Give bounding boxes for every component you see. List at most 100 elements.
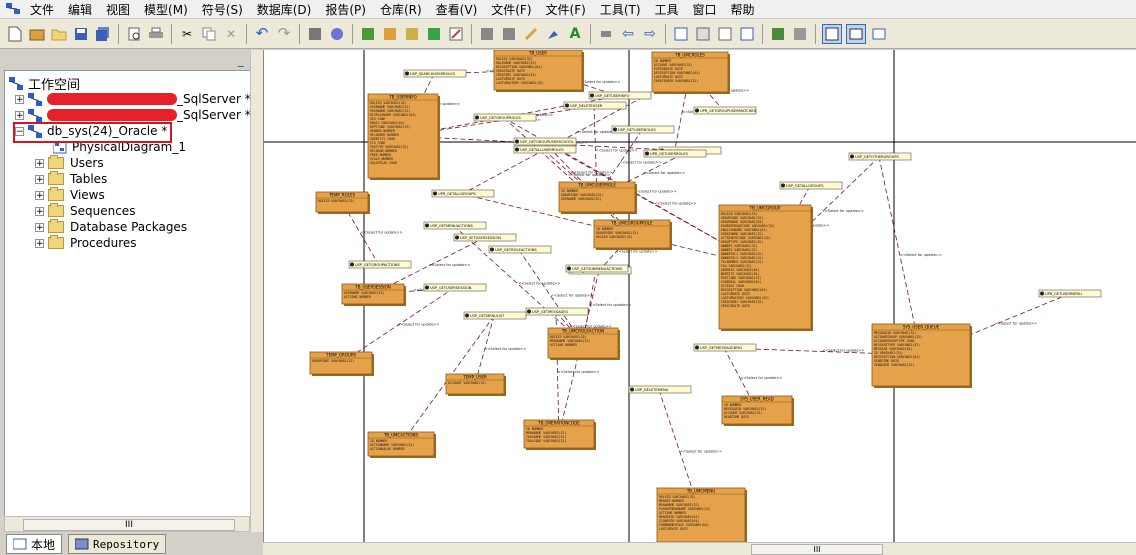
procedure-name[interactable]: USP_SEARCHUSERROLES (410, 72, 456, 76)
procedure-name[interactable]: USP_GETGROUPROLES (480, 116, 522, 120)
procedure-4[interactable]: USP_GETUSERROLES (611, 125, 675, 134)
link-label[interactable]: <<Select for update>> (590, 303, 632, 307)
menu-edit[interactable]: 编辑 (68, 1, 92, 18)
diagram-svg[interactable]: <<Select for update>> <<Select for update… (264, 50, 1136, 544)
procedure-icon[interactable] (515, 139, 519, 144)
link-label[interactable]: <<Select for update>> (616, 250, 658, 254)
table-t2[interactable]: TB_UMCROLESID NUMBERACCOUNT VARCHAR2(32)… (651, 51, 730, 94)
open-model-icon[interactable] (28, 25, 46, 43)
layout-d-icon[interactable] (738, 25, 756, 43)
delete-icon[interactable]: ✕ (222, 25, 240, 43)
table-title[interactable]: TEMP_ROLES (328, 193, 356, 198)
procedure-name[interactable]: USP_GETALLGROUPS (786, 184, 824, 188)
procedure-name[interactable]: USP_GETSUBMENUACTIONS (572, 267, 623, 271)
procedure-2[interactable]: USP_DELETEUSER (563, 101, 627, 110)
table-title[interactable]: TB_UMCGROUPROLE (610, 221, 653, 226)
refresh-icon[interactable] (425, 25, 443, 43)
procedure-13[interactable]: USP_GETMENUACTIONS (423, 221, 487, 230)
table-t1[interactable]: TB_USERROLEID VARCHAR2(32)ROLENAME VARCH… (493, 50, 584, 92)
table-t5[interactable]: TB_UMCUSERROLEID NUMBERGROUPCODE VARCHAR… (558, 181, 637, 214)
procedure-icon[interactable] (490, 247, 494, 252)
table-column[interactable]: CREATEDATE DATE (721, 304, 750, 308)
procedure-19[interactable]: USP_GETUSERSESSION (423, 283, 487, 292)
procedure-10[interactable]: USP_GETOTHERGROUPS (848, 152, 912, 161)
procedure-name[interactable]: USP_DELETEMENU (635, 388, 669, 392)
link-label[interactable]: <<Select for update>> (823, 349, 865, 353)
table-title[interactable]: TB_UMCGROUP (749, 206, 781, 211)
procedure-14[interactable]: USP_SETUSERSESSION (453, 233, 517, 242)
procedure-icon[interactable] (465, 313, 469, 318)
properties-icon[interactable] (306, 25, 324, 43)
table-t11[interactable]: TEMP_USERACCOUNT VARCHAR2(32) (445, 373, 506, 396)
tree-item-sqlserver-1[interactable]: + _SqlServer * (15, 91, 251, 107)
gray-b-icon[interactable] (500, 25, 518, 43)
tree-horizontal-scrollbar[interactable]: III (4, 516, 250, 532)
table-column[interactable]: VALIDFLAG CHAR (370, 161, 397, 165)
link-label[interactable]: <<Select for update>> (655, 202, 697, 206)
procedure-name[interactable]: UPR_GETUSERMENU (1045, 292, 1082, 296)
table-title[interactable]: TB_UMCMENU (686, 489, 715, 494)
procedure-icon[interactable] (455, 235, 459, 240)
table-title[interactable]: TB_USERINFO (388, 95, 417, 100)
save-icon[interactable] (72, 25, 90, 43)
procedure-icon[interactable] (850, 154, 854, 159)
procedure-name[interactable]: USP_GETMENUACTIONS (430, 224, 473, 228)
procedure-9[interactable]: UPR_GETUSERROLES (643, 149, 707, 158)
procedure-icon[interactable] (695, 108, 699, 113)
tree-item-sqlserver-2[interactable]: + _SqlServer * (15, 107, 251, 123)
procedure-icon[interactable] (527, 309, 531, 314)
procedure-name[interactable]: USP_GETUSERSESSION (430, 286, 472, 290)
link-label[interactable]: <<Select for update>> (995, 322, 1037, 326)
procedure-icon[interactable] (475, 115, 479, 120)
procedure-name[interactable]: USP_SETUSERSESSION (460, 236, 501, 240)
paint-icon[interactable] (544, 25, 562, 43)
link-label[interactable]: <<Select for update>> (579, 80, 621, 84)
procedure-icon[interactable] (425, 285, 429, 290)
procedure-name[interactable]: USP_GETMESSAGEBYID (700, 346, 742, 350)
procedure-15[interactable]: USP_GETROLEACTIONS (488, 245, 552, 254)
table-t9[interactable]: TB_UMCROLEACTIONROLEID VARCHAR2(32)MENUN… (547, 327, 620, 360)
edit-icon[interactable] (447, 25, 465, 43)
print-icon[interactable] (147, 25, 165, 43)
procedure-icon[interactable] (695, 345, 699, 350)
procedure-21[interactable]: USP_GETMESSAGEBYID (693, 343, 757, 352)
table-t12[interactable]: SYS_USER_QUEUEMESSAGEID VARCHAR2(32)ACCO… (871, 323, 972, 388)
link-label[interactable]: <<Select for update>> (398, 323, 440, 327)
link-label[interactable]: <<Select for update>> (361, 231, 403, 235)
procedure-name[interactable]: USP_GETMESSAGES (532, 310, 569, 314)
cut-icon[interactable]: ✂ (178, 25, 196, 43)
procedure-icon[interactable] (515, 147, 519, 152)
link-label[interactable]: <<Select for update>> (571, 171, 613, 175)
procedure-icon[interactable] (567, 266, 571, 271)
text-a-icon[interactable]: A (566, 25, 584, 43)
copy-icon[interactable] (200, 25, 218, 43)
procedure-0[interactable]: USP_SEARCHUSERROLES (403, 69, 467, 78)
undo-icon[interactable]: ↶ (253, 25, 271, 43)
link-label[interactable]: <<Select for update>> (519, 282, 561, 286)
table-t3[interactable]: TB_USERINFOROLEID VARCHAR2(32)USERNAME V… (367, 93, 440, 180)
table-title[interactable]: TB_UMCUSERROLE (577, 183, 616, 188)
procedure-icon[interactable] (645, 151, 649, 156)
table-t10[interactable]: TEMP_GROUPSGROUPCODE VARCHAR2(32) (309, 351, 374, 376)
procedure-icon[interactable] (613, 127, 617, 132)
tree-root[interactable]: 工作空间 (9, 75, 80, 93)
tree-item-sequences[interactable]: + Sequences (35, 203, 135, 219)
table-title[interactable]: SYS_USER_QUEUE (903, 325, 940, 330)
layout-a-icon[interactable] (672, 25, 690, 43)
table-title[interactable]: TB_USER (528, 51, 547, 56)
expand-icon[interactable]: + (35, 158, 44, 168)
tree-item-views[interactable]: + Views (35, 187, 105, 203)
table-title[interactable]: TEMP_USER (462, 375, 487, 380)
procedure-name[interactable]: USP_GETALLUSERROLES (520, 148, 564, 152)
link-label[interactable]: <<Select for update>> (558, 370, 600, 374)
expand-icon[interactable]: + (35, 206, 44, 216)
procedure-icon[interactable] (565, 103, 569, 108)
gray-d-icon[interactable] (791, 25, 809, 43)
menu-repository[interactable]: 仓库(R) (380, 1, 422, 18)
table-column[interactable]: CREATEUSER VARCHAR2(32) (654, 79, 698, 83)
canvas-horizontal-scrollbar[interactable]: III (263, 542, 1136, 555)
tab-local[interactable]: 本地 (6, 534, 63, 554)
table-t8[interactable]: TB_USERSESSIONUSERNAME VARCHAR2(32)ACTIO… (341, 283, 406, 306)
procedure-name[interactable]: UPR_GETALLGROUPS (438, 192, 476, 196)
table-column[interactable]: ROLEID VARCHAR2(32) (318, 199, 355, 203)
